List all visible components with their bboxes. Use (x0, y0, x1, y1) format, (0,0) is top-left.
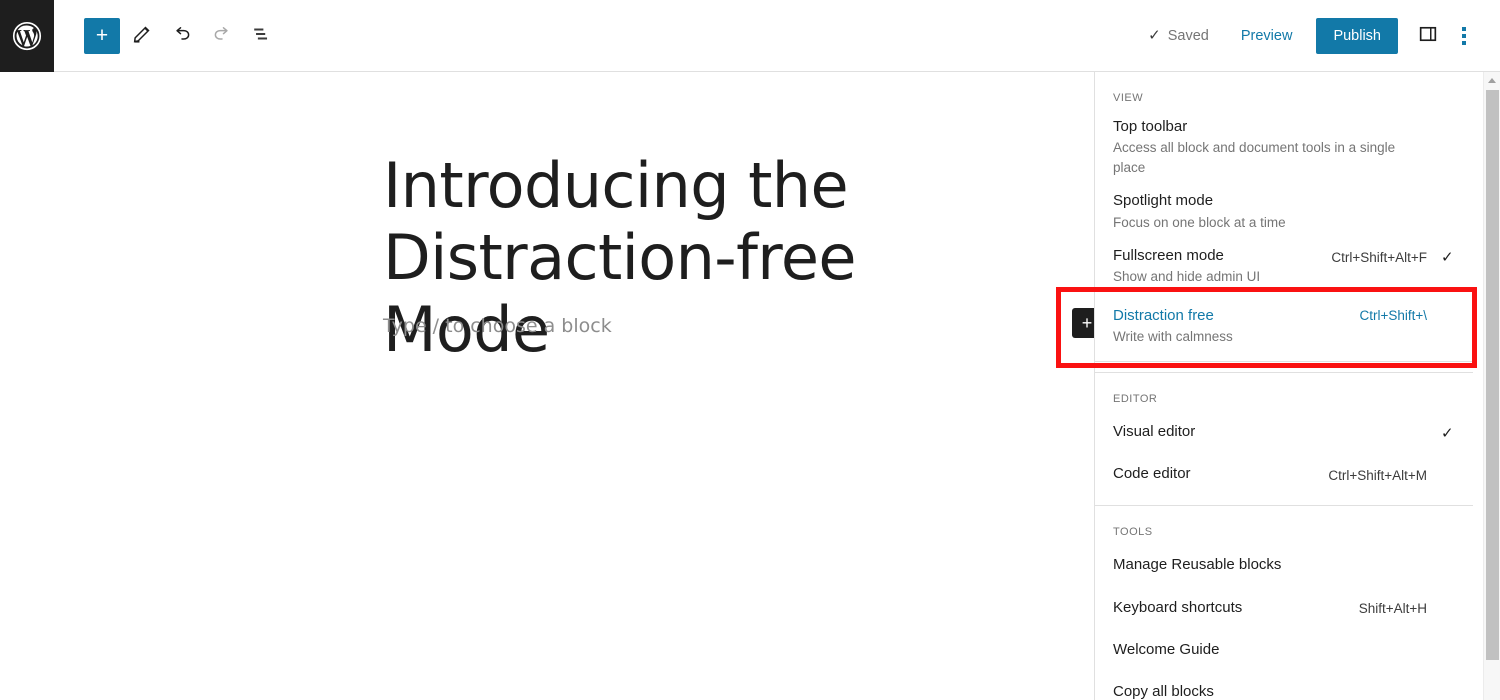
check-icon: ✓ (1441, 424, 1454, 442)
menu-group-label: TOOLS (1113, 526, 1153, 539)
more-options-button[interactable] (1446, 18, 1482, 54)
wordpress-logo-icon[interactable] (0, 0, 54, 72)
menu-item-text: Top toolbar Access all block and document… (1113, 117, 1427, 177)
menu-group-label: VIEW (1113, 92, 1144, 104)
tools-mode-button[interactable] (124, 18, 160, 54)
menu-item-fullscreen-mode[interactable]: Fullscreen mode Show and hide admin UI Ctr… (1095, 239, 1473, 294)
publish-button[interactable]: Publish (1316, 17, 1398, 54)
menu-item-title: Welcome Guide (1113, 640, 1220, 658)
menu-item-meta (1427, 691, 1455, 693)
menu-item-text: Welcome Guide (1113, 640, 1427, 660)
plus-icon: + (1081, 313, 1093, 333)
menu-item-meta (1427, 564, 1455, 566)
menu-item-title: Code editor (1113, 465, 1191, 483)
menu-item-title: Manage Reusable blocks (1113, 556, 1282, 574)
menu-item-meta (1427, 649, 1455, 651)
menu-scrollbar[interactable] (1483, 72, 1500, 700)
menu-item-description: Focus on one block at a time (1113, 214, 1286, 230)
toolbar-left-group: + (54, 17, 280, 54)
scroll-up-arrow-icon[interactable] (1484, 72, 1500, 89)
menu-item-text: Code editor (1113, 464, 1328, 484)
menu-item-title: Spotlight mode (1113, 192, 1214, 210)
block-placeholder[interactable]: Type / to choose a block (383, 315, 612, 337)
menu-item-description: Show and hide admin UI (1113, 269, 1261, 285)
menu-item-text: Visual editor (1113, 422, 1427, 442)
check-icon: ✓ (1441, 249, 1454, 267)
check-icon: ✓ (1148, 27, 1161, 44)
settings-sidebar-toggle-button[interactable] (1410, 18, 1446, 54)
menu-item-text: Manage Reusable blocks (1113, 555, 1427, 575)
menu-item-top-toolbar[interactable]: Top toolbar Access all block and document… (1095, 110, 1473, 184)
redo-arrow-icon (211, 23, 233, 48)
plus-icon: + (95, 24, 109, 47)
menu-content: VIEW Top toolbar Access all block and docu… (1095, 72, 1473, 700)
save-status[interactable]: ✓ Saved (1148, 28, 1209, 44)
editor-options-menu: VIEW Top toolbar Access all block and docu… (1094, 72, 1500, 700)
undo-button[interactable] (164, 18, 200, 54)
menu-item-shortcut: Ctrl+Shift+\ (1359, 308, 1427, 323)
menu-group-tools: TOOLS Manage Reusable blocks Keyboard shor… (1095, 506, 1473, 700)
menu-item-meta (1427, 191, 1455, 193)
menu-item-meta: Ctrl+Shift+Alt+F ✓ (1331, 246, 1455, 266)
menu-item-keyboard-shortcuts[interactable]: Keyboard shortcuts Shift+Alt+H (1095, 587, 1473, 629)
menu-item-shortcut: Ctrl+Shift+Alt+F (1331, 249, 1427, 265)
list-view-icon (251, 23, 273, 48)
menu-item-title: Fullscreen mode (1113, 247, 1224, 265)
menu-group-editor: EDITOR Visual editor ✓ Code editor Ctrl+Shif… (1095, 373, 1473, 507)
saved-label: Saved (1167, 27, 1209, 44)
menu-item-visual-editor[interactable]: Visual editor ✓ (1095, 411, 1473, 453)
menu-item-text: Spotlight mode Focus on one block at a ti… (1113, 191, 1427, 232)
menu-item-meta: Ctrl+Shift+Alt+M (1328, 466, 1455, 483)
menu-item-meta: ✓ (1427, 422, 1455, 442)
menu-item-text: Copy all blocks (1113, 682, 1427, 700)
add-block-button[interactable]: + (84, 17, 120, 54)
menu-item-description: Write with calmness (1113, 329, 1233, 345)
menu-group-view: VIEW Top toolbar Access all block and docu… (1095, 72, 1473, 373)
menu-item-description: Access all block and document tools in a… (1113, 140, 1396, 175)
menu-item-title: Distraction free (1113, 307, 1214, 324)
menu-item-title: Copy all blocks (1113, 683, 1214, 700)
menu-item-meta (1427, 117, 1455, 119)
menu-item-meta: Ctrl+Shift+\ (1359, 306, 1455, 323)
menu-item-text: Distraction free Write with calmness (1113, 306, 1359, 347)
list-view-button[interactable] (244, 18, 280, 54)
menu-item-text: Fullscreen mode Show and hide admin UI (1113, 246, 1331, 287)
menu-item-shortcut: Ctrl+Shift+Alt+M (1328, 467, 1427, 483)
menu-item-distraction-free[interactable]: Distraction free Write with calmness Ctrl+… (1095, 294, 1473, 361)
menu-item-copy-all-blocks[interactable]: Copy all blocks (1095, 671, 1473, 700)
menu-item-title: Top toolbar (1113, 118, 1188, 135)
redo-button[interactable] (204, 18, 240, 54)
menu-item-text: Keyboard shortcuts (1113, 598, 1359, 618)
menu-item-spotlight-mode[interactable]: Spotlight mode Focus on one block at a ti… (1095, 184, 1473, 239)
scrollbar-thumb[interactable] (1486, 90, 1499, 660)
menu-item-welcome-guide[interactable]: Welcome Guide (1095, 629, 1473, 671)
undo-arrow-icon (171, 23, 193, 48)
preview-button[interactable]: Preview (1231, 22, 1303, 50)
menu-item-title: Keyboard shortcuts (1113, 598, 1243, 616)
menu-item-code-editor[interactable]: Code editor Ctrl+Shift+Alt+M (1095, 453, 1473, 495)
kebab-more-icon (1462, 26, 1466, 45)
menu-item-meta: Shift+Alt+H (1359, 599, 1455, 616)
wordpress-block-editor: + ✓ Saved Preview Publish Introducing th… (0, 0, 1500, 700)
menu-item-title: Visual editor (1113, 422, 1196, 440)
sidebar-panel-icon (1417, 23, 1439, 48)
menu-group-label: EDITOR (1113, 392, 1158, 405)
editor-toolbar: + ✓ Saved Preview Publish (0, 0, 1500, 72)
menu-item-shortcut: Shift+Alt+H (1358, 601, 1427, 617)
menu-item-manage-reusable-blocks[interactable]: Manage Reusable blocks (1095, 544, 1473, 586)
menu-divider (1095, 360, 1473, 362)
toolbar-right-group: ✓ Saved Preview Publish (1148, 17, 1500, 54)
pencil-icon (131, 23, 153, 48)
